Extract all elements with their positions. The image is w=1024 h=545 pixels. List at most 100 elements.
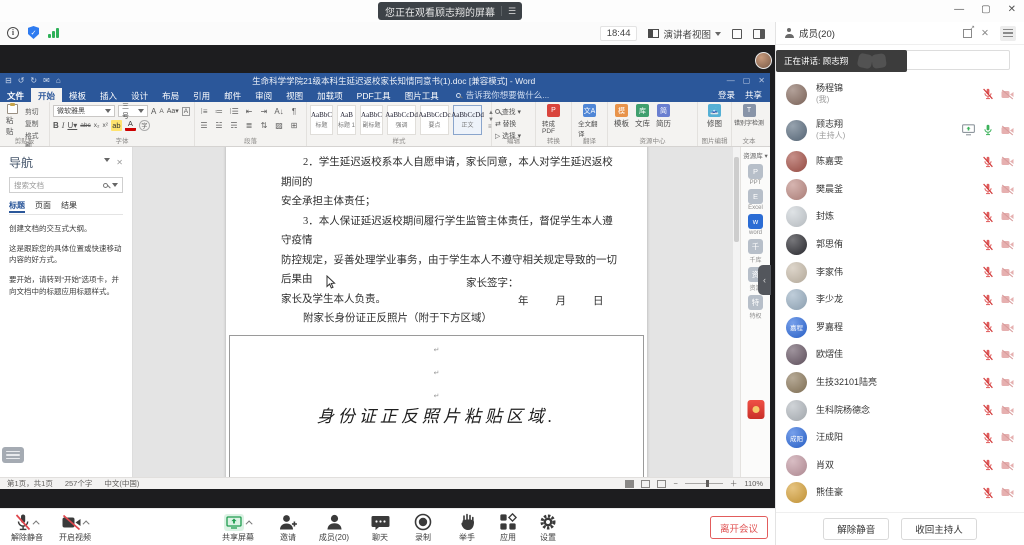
nav-search-input[interactable]: 搜索文档 (9, 177, 123, 193)
member-row-生科院杨德念[interactable]: 生科院杨德念 (776, 396, 1024, 424)
unmute-all-button[interactable]: 解除静音 (823, 518, 889, 540)
member-mic-muted-icon[interactable] (982, 88, 994, 100)
banner-menu-icon[interactable]: ☰ (508, 6, 515, 17)
member-row-封炼[interactable]: 封炼 (776, 203, 1024, 231)
zoom-slider[interactable] (685, 483, 723, 484)
member-mic-muted-icon[interactable] (982, 432, 994, 444)
word-count[interactable]: 257个字 (65, 478, 93, 489)
member-mic-muted-icon[interactable] (982, 487, 994, 499)
bullets-icon[interactable]: ⁝≡ (198, 105, 210, 117)
member-row-罗嘉程[interactable]: 嘉程罗嘉程 (776, 314, 1024, 342)
web-layout-icon[interactable] (657, 480, 666, 488)
member-camera-off-icon[interactable] (1001, 405, 1014, 416)
toolbar-invite-button[interactable]: 邀请 (265, 512, 311, 543)
nav-tab-1[interactable]: 页面 (35, 200, 51, 211)
member-camera-off-icon[interactable] (1001, 460, 1014, 471)
panel-menu-icon[interactable] (1000, 26, 1016, 41)
line-spacing-icon[interactable]: ⇅ (258, 119, 270, 131)
font-size-select[interactable]: 三号 (118, 105, 148, 117)
grow-font-icon[interactable]: A (151, 107, 156, 116)
align-center-icon[interactable]: ☱ (213, 119, 225, 131)
member-row-顾志翔[interactable]: 顾志翔(主持人) (776, 112, 1024, 148)
member-row-肖双[interactable]: 肖双 (776, 452, 1024, 480)
side-tool-word[interactable]: w word (748, 214, 763, 236)
multilevel-list-icon[interactable]: ⁝☰ (228, 105, 240, 117)
subscript-button[interactable]: x₂ (94, 122, 100, 129)
font-color-button[interactable]: A (125, 120, 136, 131)
style-5[interactable]: AaBbCcDd 正文 (453, 105, 482, 135)
member-mic-muted-icon[interactable] (982, 404, 994, 416)
zoom-out-button[interactable]: − (673, 479, 677, 488)
bold-button[interactable]: B (53, 121, 59, 130)
translate-button[interactable]: 文A 全文翻译 (575, 104, 604, 138)
maximize-button[interactable]: ▢ (981, 4, 990, 15)
word-tab-0[interactable]: 文件 (0, 88, 31, 102)
member-camera-off-icon[interactable] (1001, 239, 1014, 250)
change-case-icon[interactable]: Aa▾ (167, 107, 179, 115)
member-camera-off-icon[interactable] (1001, 349, 1014, 360)
member-mic-muted-icon[interactable] (982, 321, 994, 333)
zoom-level[interactable]: 110% (744, 479, 763, 488)
shading-icon[interactable]: ▨ (273, 119, 285, 131)
document-scrollbar[interactable] (733, 147, 740, 477)
layout-icon[interactable] (753, 29, 765, 39)
side-tool-千库[interactable]: 千 千库 (748, 239, 763, 264)
print-layout-icon[interactable] (641, 480, 650, 488)
language-indicator[interactable]: 中文(中国) (104, 478, 139, 489)
member-camera-off-icon[interactable] (1001, 432, 1014, 443)
member-row-陈嘉雯[interactable]: 陈嘉雯 (776, 148, 1024, 176)
strikethrough-button[interactable]: abc (80, 122, 90, 129)
redo-icon[interactable]: ↻ (30, 76, 37, 85)
member-row-李少龙[interactable]: 李少龙 (776, 286, 1024, 314)
style-4[interactable]: AaBbCcDc 要点 (420, 105, 449, 135)
read-mode-icon[interactable] (625, 480, 634, 488)
word-tab-12[interactable]: 图片工具 (398, 88, 446, 102)
member-mic-muted-icon[interactable] (982, 459, 994, 471)
paste-button[interactable]: 粘贴 (3, 104, 23, 137)
member-mic-muted-icon[interactable] (982, 377, 994, 389)
save-icon[interactable]: ⊟ (5, 76, 12, 85)
toolbar-record-button[interactable]: 录制 (400, 512, 446, 543)
security-shield-icon[interactable]: ✓ (28, 26, 39, 39)
member-mic-muted-icon[interactable] (982, 211, 994, 223)
member-camera-off-icon[interactable] (1001, 125, 1014, 136)
toolbar-chat-button[interactable]: 聊天 (357, 512, 403, 543)
member-camera-off-icon[interactable] (1001, 89, 1014, 100)
member-camera-off-icon[interactable] (1001, 377, 1014, 388)
undo-icon[interactable]: ↺ (18, 76, 25, 85)
quick-access-toolbar[interactable]: ⊟ ↺ ↻ ✉ ⌂ (5, 76, 61, 85)
word-close-icon[interactable]: ✕ (758, 76, 765, 85)
member-camera-off-icon[interactable] (1001, 294, 1014, 305)
member-mic-muted-icon[interactable] (982, 183, 994, 195)
member-camera-off-icon[interactable] (1001, 322, 1014, 333)
member-camera-off-icon[interactable] (1001, 184, 1014, 195)
char-border-icon[interactable]: A (182, 107, 190, 116)
nav-close-icon[interactable]: ✕ (116, 158, 123, 167)
toolbar-settings-button[interactable]: 设置 (525, 512, 571, 543)
cut-button[interactable]: 剪切 (25, 106, 44, 116)
word-tab-9[interactable]: 视图 (279, 88, 310, 102)
side-tool-Excel[interactable]: E Excel (748, 189, 763, 211)
toolbar-start-video-button[interactable]: 开启视频 (52, 512, 98, 543)
word-tab-7[interactable]: 邮件 (217, 88, 248, 102)
toolbar-members-button[interactable]: 成员(20) (311, 512, 357, 543)
borders-icon[interactable]: ⊞ (288, 119, 300, 131)
mic-options-chevron[interactable] (33, 520, 40, 527)
member-row-李家伟[interactable]: 李家伟 (776, 258, 1024, 286)
print-preview-icon[interactable]: ⌂ (56, 76, 61, 85)
video-options-chevron[interactable] (82, 520, 89, 527)
member-row-欧熠佳[interactable]: 欧熠佳 (776, 341, 1024, 369)
toolbar-unmute-button[interactable]: 解除静音 (4, 512, 50, 543)
resource-sidebar-header[interactable]: 资源库 ▾ (743, 150, 768, 160)
member-row-熊佳豪[interactable]: 熊佳豪 (776, 479, 1024, 507)
member-mic-muted-icon[interactable] (982, 266, 994, 278)
replace-button[interactable]: ⇄ 替换 (495, 118, 532, 128)
sort-icon[interactable]: A↓ (273, 105, 285, 117)
member-mic-muted-icon[interactable] (982, 349, 994, 361)
align-right-icon[interactable]: ☴ (228, 119, 240, 131)
copy-button[interactable]: 复制 (25, 118, 44, 128)
member-mic-muted-icon[interactable] (982, 156, 994, 168)
member-row-汪成阳[interactable]: 成阳汪成阳 (776, 424, 1024, 452)
meeting-info-icon[interactable]: i (7, 27, 19, 39)
increase-indent-icon[interactable]: ⇥ (258, 105, 270, 117)
